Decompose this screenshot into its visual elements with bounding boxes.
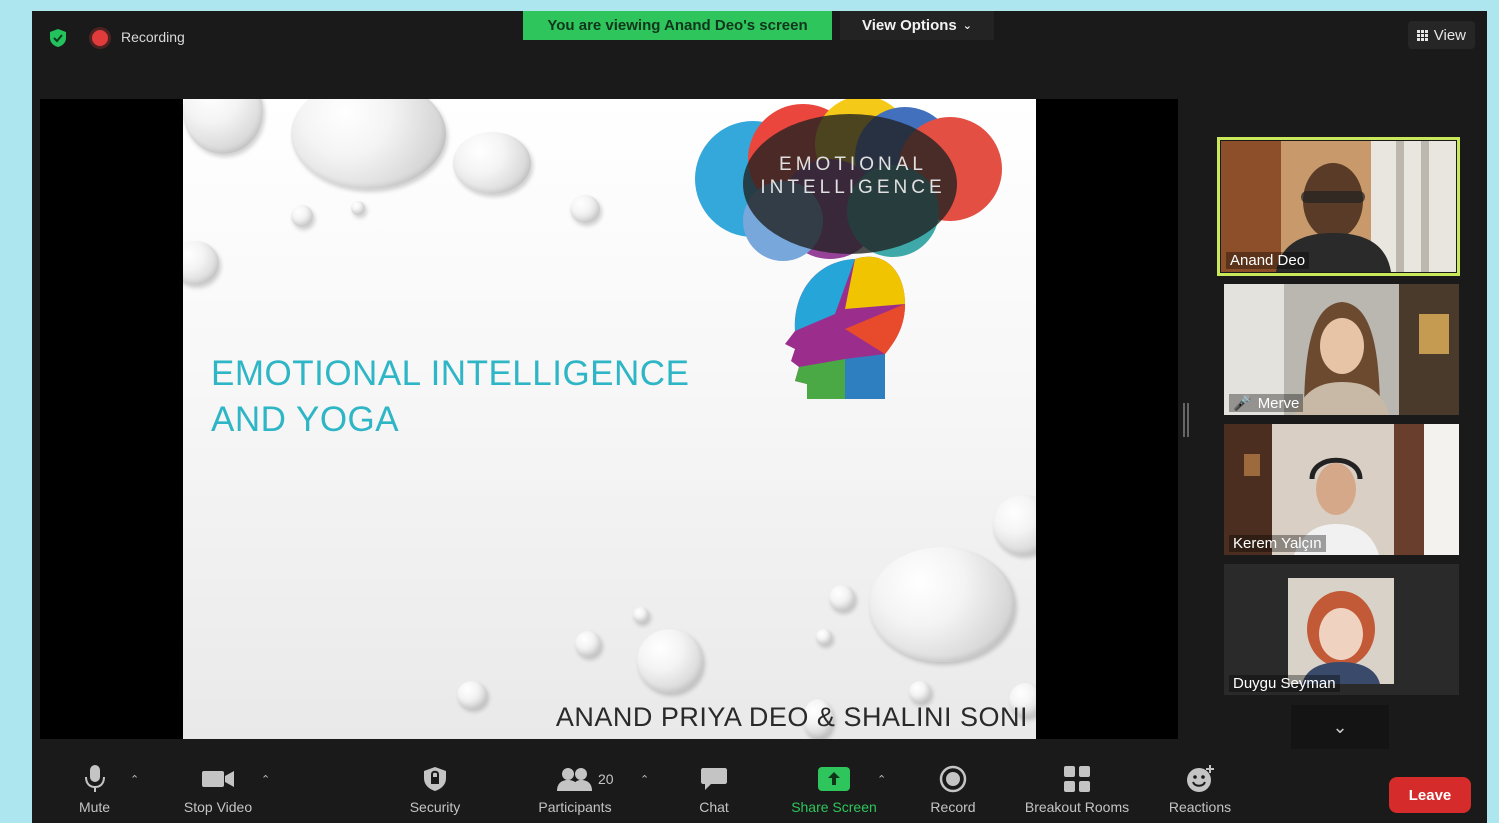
participants-count: 20	[598, 771, 614, 787]
slide-title: EMOTIONAL INTELLIGENCE AND YOGA	[211, 351, 689, 443]
breakout-rooms-label: Breakout Rooms	[1024, 799, 1130, 815]
participant-name: Duygu Seyman	[1229, 675, 1340, 692]
reactions-button[interactable]: Reactions	[1164, 759, 1236, 823]
security-shield-icon	[424, 767, 446, 791]
presentation-slide: EMOTIONAL INTELLIGENCE EMOTIONAL INTELLI…	[183, 99, 1036, 739]
water-drop-decoration	[637, 629, 703, 693]
water-drop-decoration	[351, 201, 365, 215]
artwork-caption-line1: EMOTIONAL	[779, 154, 927, 175]
zoom-meeting-window: Recording You are viewing Anand Deo's sc…	[32, 11, 1487, 823]
security-label: Security	[409, 799, 461, 815]
view-button-label: View	[1433, 26, 1466, 44]
artwork-caption: EMOTIONAL INTELLIGENCE	[743, 153, 963, 199]
water-drop-decoration	[816, 629, 832, 645]
shared-screen-area[interactable]: EMOTIONAL INTELLIGENCE EMOTIONAL INTELLI…	[40, 99, 1178, 739]
participant-name-text: Merve	[1257, 395, 1300, 412]
water-drop-decoration	[633, 607, 649, 623]
stop-video-button[interactable]: Stop Video	[176, 759, 260, 823]
water-drop-decoration	[457, 681, 487, 709]
slide-title-line2: AND YOGA	[211, 400, 400, 439]
participant-name: 🎤 Merve	[1229, 394, 1304, 412]
panel-resize-handle[interactable]	[1183, 403, 1189, 437]
record-icon	[939, 765, 967, 793]
participant-name: Kerem Yalçın	[1229, 535, 1326, 552]
water-drop-decoration	[869, 547, 1015, 662]
record-label: Record	[930, 799, 976, 815]
stop-video-label: Stop Video	[183, 799, 253, 815]
audio-options-caret-icon[interactable]: ⌃	[130, 773, 139, 786]
chat-button[interactable]: Chat	[692, 759, 736, 823]
share-screen-icon	[818, 767, 850, 791]
chevron-down-icon: ⌄	[962, 20, 972, 32]
participant-video-tile[interactable]: 🎤 Merve	[1224, 284, 1459, 415]
record-button[interactable]: Record	[924, 759, 982, 823]
security-button[interactable]: Security	[402, 759, 468, 823]
slide-title-line1: EMOTIONAL INTELLIGENCE	[211, 354, 690, 393]
view-options-label: View Options	[862, 17, 957, 34]
participant-video-tile[interactable]: Kerem Yalçın	[1224, 424, 1459, 555]
view-layout-button[interactable]: View	[1407, 21, 1475, 49]
view-options-button[interactable]: View Options ⌄	[840, 11, 994, 40]
breakout-rooms-icon	[1064, 766, 1090, 792]
muted-microphone-icon: 🎤	[1233, 395, 1252, 412]
chevron-down-icon: ⌄	[1332, 716, 1348, 737]
recording-label: Recording	[121, 29, 185, 45]
water-drop-decoration	[183, 99, 263, 154]
participant-video-tile[interactable]: Anand Deo	[1217, 137, 1460, 276]
emotional-intelligence-head-graphic	[695, 99, 1002, 399]
water-drop-decoration	[909, 681, 931, 703]
gallery-next-page-button[interactable]: ⌄	[1291, 705, 1389, 749]
share-options-caret-icon[interactable]: ⌃	[877, 773, 886, 786]
reactions-label: Reactions	[1168, 799, 1232, 815]
participants-icon	[557, 768, 592, 791]
participant-video-tile[interactable]: Duygu Seyman	[1224, 564, 1459, 695]
water-drop-decoration	[291, 99, 446, 189]
chat-label: Chat	[699, 799, 729, 815]
leave-meeting-button[interactable]: Leave	[1389, 777, 1471, 813]
mute-label: Mute	[78, 799, 111, 815]
share-screen-label: Share Screen	[791, 799, 877, 815]
water-drop-decoration	[575, 631, 601, 657]
reactions-smiley-icon	[1187, 765, 1214, 792]
water-drop-decoration	[829, 585, 855, 611]
participants-options-caret-icon[interactable]: ⌃	[640, 773, 649, 786]
grid-view-icon	[1416, 29, 1428, 41]
encryption-shield-icon[interactable]	[49, 28, 67, 48]
breakout-rooms-button[interactable]: Breakout Rooms	[1016, 759, 1138, 823]
microphone-icon	[84, 765, 105, 792]
water-drop-decoration	[453, 132, 531, 194]
water-drop-decoration	[993, 495, 1036, 555]
recording-indicator-icon	[92, 30, 108, 46]
share-screen-button[interactable]: Share Screen	[784, 759, 884, 823]
water-drop-decoration	[291, 205, 313, 227]
video-options-caret-icon[interactable]: ⌃	[261, 773, 270, 786]
participants-button[interactable]: Participants	[532, 759, 618, 823]
participant-name: Anand Deo	[1226, 252, 1310, 269]
water-drop-decoration	[570, 195, 600, 223]
mute-button[interactable]: Mute	[72, 759, 117, 823]
participants-label: Participants	[538, 799, 612, 815]
chat-bubble-icon	[701, 768, 727, 790]
water-drop-decoration	[183, 241, 219, 285]
artwork-caption-line2: INTELLIGENCE	[760, 177, 946, 198]
slide-authors: ANAND PRIYA DEO & SHALINI SONI	[555, 702, 1028, 732]
viewing-screen-banner: You are viewing Anand Deo's screen	[523, 11, 832, 40]
video-camera-icon	[202, 771, 234, 787]
meeting-toolbar: Mute ⌃ Stop Video ⌃ Security Participant…	[32, 759, 1487, 823]
